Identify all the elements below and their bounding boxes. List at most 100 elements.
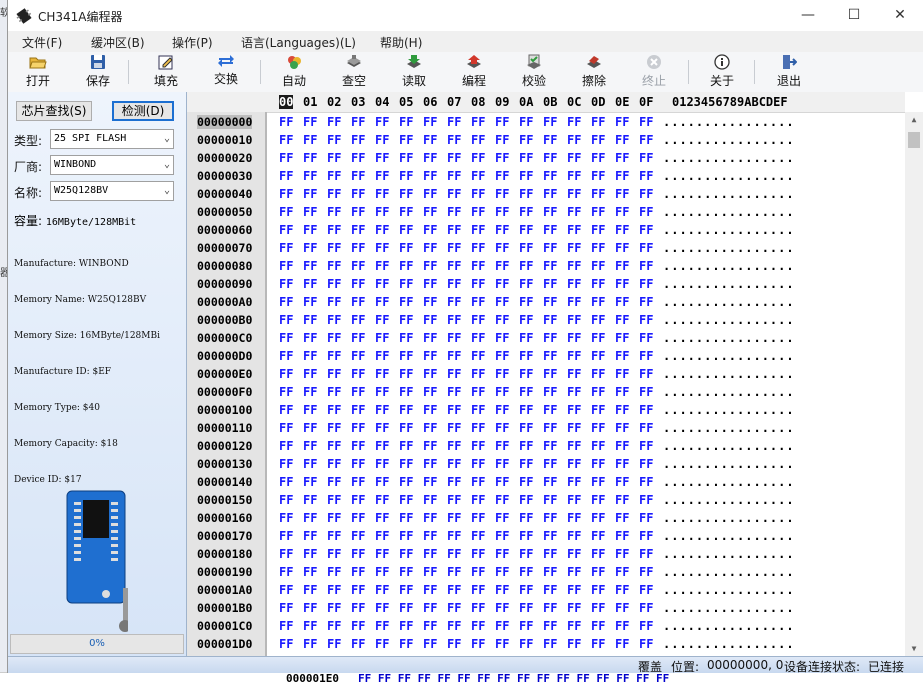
hex-byte-cell[interactable]: FF xyxy=(351,637,365,651)
hex-byte-cell[interactable]: FF xyxy=(375,295,389,309)
hex-byte-cell[interactable]: FF xyxy=(327,223,341,237)
hex-byte-cell[interactable]: FF xyxy=(591,583,605,597)
hex-byte-cell[interactable]: FF xyxy=(543,439,557,453)
verify-button[interactable]: 校验 xyxy=(512,54,556,90)
hex-byte-cell[interactable]: FF xyxy=(495,187,509,201)
erase-button[interactable]: 擦除 xyxy=(572,54,616,90)
hex-byte-cell[interactable]: FF xyxy=(303,457,317,471)
hex-byte-cell[interactable]: FF xyxy=(351,169,365,183)
hex-byte-cell[interactable]: FF xyxy=(639,151,653,165)
hex-byte-cell[interactable]: FF xyxy=(567,187,581,201)
hex-byte-cell[interactable]: FF xyxy=(519,601,533,615)
hex-byte-cell[interactable]: FF xyxy=(567,601,581,615)
close-button[interactable]: ✕ xyxy=(877,0,923,31)
hex-byte-cell[interactable]: FF xyxy=(279,331,293,345)
hex-byte-cell[interactable]: FF xyxy=(447,259,461,273)
hex-byte-cell[interactable]: FF xyxy=(591,421,605,435)
hex-byte-cell[interactable]: FF xyxy=(327,295,341,309)
hex-byte-cell[interactable]: FF xyxy=(423,331,437,345)
hex-byte-cell[interactable]: FF xyxy=(591,277,605,291)
hex-byte-cell[interactable]: FF xyxy=(639,331,653,345)
hex-byte-cell[interactable]: FF xyxy=(615,187,629,201)
hex-byte-cell[interactable]: FF xyxy=(615,637,629,651)
hex-byte-cell[interactable]: FF xyxy=(639,475,653,489)
hex-byte-cell[interactable]: FF xyxy=(447,169,461,183)
hex-byte-cell[interactable]: FF xyxy=(639,529,653,543)
hex-byte-cell[interactable]: FF xyxy=(399,133,413,147)
hex-byte-cell[interactable]: FF xyxy=(375,529,389,543)
ascii-row[interactable]: ................ xyxy=(663,133,795,147)
hex-byte-cell[interactable]: FF xyxy=(519,169,533,183)
hex-byte-cell[interactable]: FF xyxy=(495,475,509,489)
hex-byte-cell[interactable]: FF xyxy=(375,277,389,291)
hex-byte-cell[interactable]: FF xyxy=(567,151,581,165)
hex-byte-cell[interactable]: FF xyxy=(327,475,341,489)
hex-byte-cell[interactable]: FF xyxy=(543,241,557,255)
hex-byte-cell[interactable]: FF xyxy=(279,637,293,651)
hex-byte-cell[interactable]: FF xyxy=(375,115,389,129)
hex-byte-cell[interactable]: FF xyxy=(447,475,461,489)
hex-byte-cell[interactable]: FF xyxy=(303,187,317,201)
hex-byte-cell[interactable]: FF xyxy=(471,457,485,471)
hex-byte-cell[interactable]: FF xyxy=(351,475,365,489)
hex-byte-cell[interactable]: FF xyxy=(327,187,341,201)
hex-byte-cell[interactable]: FF xyxy=(423,493,437,507)
hex-byte-cell[interactable]: FF xyxy=(495,295,509,309)
ascii-row[interactable]: ................ xyxy=(663,385,795,399)
hex-byte-cell[interactable]: FF xyxy=(495,619,509,633)
hex-byte-cell[interactable]: FF xyxy=(567,223,581,237)
hex-byte-cell[interactable]: FF xyxy=(423,403,437,417)
hex-byte-cell[interactable]: FF xyxy=(351,367,365,381)
hex-byte-cell[interactable]: FF xyxy=(375,475,389,489)
hex-byte-cell[interactable]: FF xyxy=(375,133,389,147)
hex-byte-cell[interactable]: FF xyxy=(279,313,293,327)
hex-byte-cell[interactable]: FF xyxy=(423,457,437,471)
hex-byte-cell[interactable]: FF xyxy=(519,367,533,381)
hex-byte-cell[interactable]: FF xyxy=(279,169,293,183)
hex-byte-cell[interactable]: FF xyxy=(615,565,629,579)
ascii-row[interactable]: ................ xyxy=(663,259,795,273)
hex-byte-cell[interactable]: FF xyxy=(495,601,509,615)
hex-byte-cell[interactable]: FF xyxy=(495,241,509,255)
hex-byte-cell[interactable]: FF xyxy=(615,223,629,237)
hex-byte-cell[interactable]: FF xyxy=(279,151,293,165)
hex-byte-cell[interactable]: FF xyxy=(447,331,461,345)
hex-byte-cell[interactable]: FF xyxy=(567,583,581,597)
hex-byte-cell[interactable]: FF xyxy=(471,115,485,129)
hex-byte-cell[interactable]: FF xyxy=(399,295,413,309)
hex-byte-cell[interactable]: FF xyxy=(495,637,509,651)
hex-byte-cell[interactable]: FF xyxy=(615,529,629,543)
hex-byte-cell[interactable]: FF xyxy=(351,241,365,255)
hex-byte-cell[interactable]: FF xyxy=(615,583,629,597)
hex-byte-cell[interactable]: FF xyxy=(543,277,557,291)
hex-byte-cell[interactable]: FF xyxy=(639,223,653,237)
hex-byte-cell[interactable]: FF xyxy=(399,637,413,651)
hex-byte-cell[interactable]: FF xyxy=(303,637,317,651)
hex-byte-cell[interactable]: FF xyxy=(639,619,653,633)
hex-byte-cell[interactable]: FF xyxy=(399,187,413,201)
hex-byte-cell[interactable]: FF xyxy=(639,457,653,471)
hex-byte-cell[interactable]: FF xyxy=(615,133,629,147)
ascii-row[interactable]: ................ xyxy=(663,601,795,615)
hex-byte-cell[interactable]: FF xyxy=(591,457,605,471)
hex-byte-cell[interactable]: FF xyxy=(303,151,317,165)
auto-button[interactable]: 自动 xyxy=(272,54,316,90)
hex-byte-cell[interactable]: FF xyxy=(495,349,509,363)
hex-byte-cell[interactable]: FF xyxy=(447,385,461,399)
hex-byte-cell[interactable]: FF xyxy=(447,403,461,417)
name-select[interactable]: W25Q128BV ⌄ xyxy=(50,181,174,201)
hex-byte-cell[interactable]: FF xyxy=(423,349,437,363)
hex-byte-cell[interactable]: FF xyxy=(495,367,509,381)
hex-byte-cell[interactable]: FF xyxy=(567,295,581,309)
hex-byte-cell[interactable]: FF xyxy=(639,349,653,363)
hex-byte-cell[interactable]: FF xyxy=(543,133,557,147)
hex-byte-cell[interactable]: FF xyxy=(471,565,485,579)
hex-byte-cell[interactable]: FF xyxy=(303,511,317,525)
hex-byte-cell[interactable]: FF xyxy=(519,115,533,129)
hex-byte-cell[interactable]: FF xyxy=(519,223,533,237)
hex-byte-cell[interactable]: FF xyxy=(543,619,557,633)
hex-byte-cell[interactable]: FF xyxy=(567,475,581,489)
hex-byte-cell[interactable]: FF xyxy=(615,115,629,129)
scroll-thumb[interactable] xyxy=(908,132,920,148)
hex-byte-cell[interactable]: FF xyxy=(471,367,485,381)
